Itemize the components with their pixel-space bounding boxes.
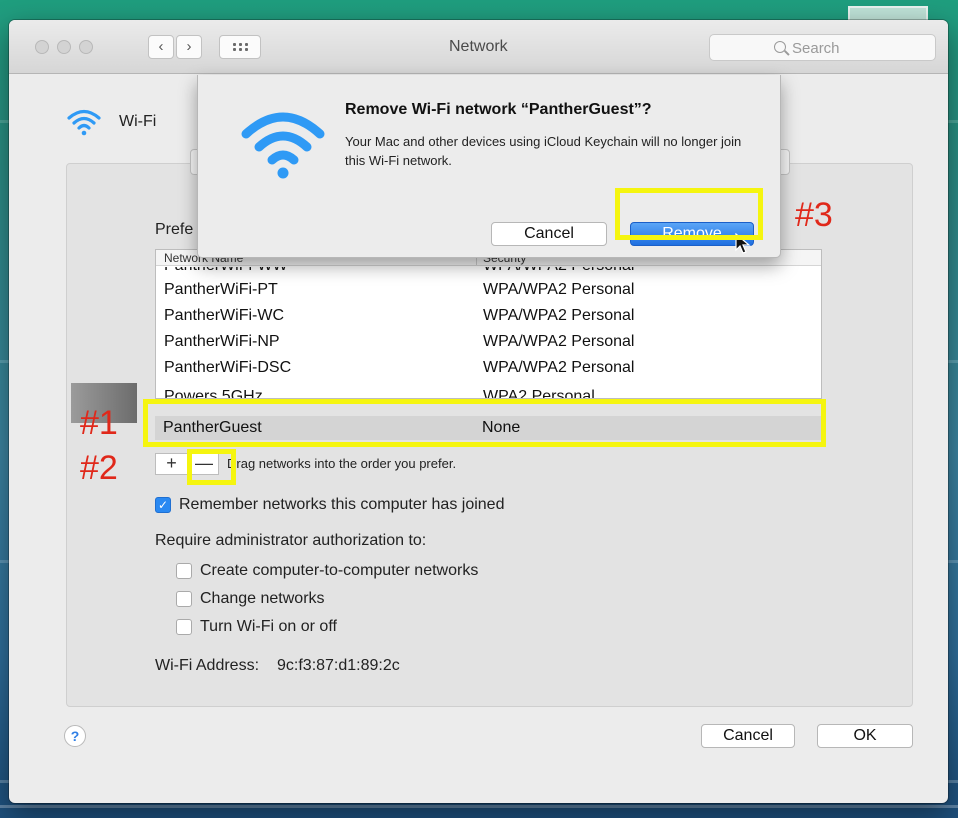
network-name: PantherWiFi-PT bbox=[164, 281, 278, 298]
network-name: PantherWiFi-WC bbox=[164, 307, 285, 324]
search-placeholder: Search bbox=[792, 40, 840, 57]
network-security: WPA/WPA2 Personal bbox=[483, 307, 635, 324]
step-3-label: #3 bbox=[795, 196, 833, 234]
table-row[interactable]: PantherWiFi-WC WPA/WPA2 Personal bbox=[156, 303, 821, 329]
checkbox[interactable] bbox=[176, 619, 192, 635]
drag-hint: Drag networks into the order you prefer. bbox=[227, 456, 457, 471]
network-security: WPA/WPA2 Personal bbox=[483, 359, 635, 376]
dialog-cancel-button[interactable]: Cancel bbox=[491, 222, 607, 246]
table-row[interactable]: PantherWiFi-DSC WPA/WPA2 Personal bbox=[156, 355, 821, 381]
ok-button[interactable]: OK bbox=[817, 724, 913, 748]
network-security: WPA/WPA2 Personal bbox=[483, 333, 635, 350]
network-security: WPA/WPA2 Personal bbox=[483, 281, 635, 298]
require-admin-label: Require administrator authorization to: bbox=[155, 532, 427, 549]
preferred-networks-label: Prefe bbox=[155, 221, 194, 238]
title-bar: ‹ › Network Search bbox=[9, 20, 948, 74]
highlight-selected-network bbox=[143, 399, 826, 447]
wifi-address-value: 9c:f3:87:d1:89:2c bbox=[277, 657, 400, 674]
highlight-dialog-remove bbox=[615, 188, 763, 240]
option-label: Create computer-to-computer networks bbox=[200, 562, 479, 579]
window-title: Network bbox=[449, 38, 508, 55]
step-2-label: #2 bbox=[80, 449, 118, 487]
forward-button[interactable]: › bbox=[176, 35, 202, 59]
table-row[interactable]: PantherWiFi-NP WPA/WPA2 Personal bbox=[156, 329, 821, 355]
wifi-icon bbox=[67, 109, 101, 136]
search-icon bbox=[774, 41, 786, 53]
chevron-right-icon: › bbox=[186, 38, 192, 55]
cancel-button[interactable]: Cancel bbox=[701, 724, 795, 748]
table-row[interactable]: PantherWiFi-PT WPA/WPA2 Personal bbox=[156, 277, 821, 303]
network-security: WPA/WPA2 Personal bbox=[483, 267, 634, 275]
wifi-address-label: Wi-Fi Address: bbox=[155, 657, 260, 674]
help-button[interactable]: ? bbox=[64, 725, 86, 747]
zoom-window-button[interactable] bbox=[79, 40, 93, 54]
step-1-label: #1 bbox=[80, 404, 118, 442]
checkbox[interactable] bbox=[176, 563, 192, 579]
network-name: PantherWiFi-WW bbox=[164, 267, 288, 275]
minimize-window-button[interactable] bbox=[57, 40, 71, 54]
highlight-remove-button bbox=[187, 449, 236, 485]
network-name: PantherWiFi-DSC bbox=[164, 359, 292, 376]
close-window-button[interactable] bbox=[35, 40, 49, 54]
back-button[interactable]: ‹ bbox=[148, 35, 174, 59]
option-label: Change networks bbox=[200, 590, 325, 607]
network-security: WPA2 Personal bbox=[483, 388, 595, 399]
checkmark-icon: ✓ bbox=[157, 498, 169, 512]
network-name: PantherWiFi-NP bbox=[164, 333, 280, 350]
checkbox-checked[interactable]: ✓ bbox=[155, 497, 171, 513]
chevron-left-icon: ‹ bbox=[158, 38, 164, 55]
dialog-message: Your Mac and other devices using iCloud … bbox=[345, 134, 742, 168]
remember-networks-label: Remember networks this computer has join… bbox=[179, 496, 505, 513]
search-field[interactable]: Search bbox=[709, 34, 936, 61]
checkbox[interactable] bbox=[176, 591, 192, 607]
preferred-networks-table[interactable]: Network Name Security PantherWiFi-WW WPA… bbox=[155, 249, 822, 399]
table-row[interactable]: Powers 5GHz WPA2 Personal bbox=[156, 384, 821, 399]
dialog-title: Remove Wi-Fi network “PantherGuest”? bbox=[345, 101, 652, 118]
question-mark-icon: ? bbox=[70, 728, 80, 744]
show-all-button[interactable] bbox=[219, 35, 261, 59]
wifi-icon bbox=[241, 112, 325, 179]
add-network-button[interactable]: + bbox=[156, 454, 187, 474]
option-label: Turn Wi-Fi on or off bbox=[200, 618, 337, 635]
wifi-header-label: Wi-Fi bbox=[119, 113, 157, 130]
network-name: Powers 5GHz bbox=[164, 388, 263, 399]
